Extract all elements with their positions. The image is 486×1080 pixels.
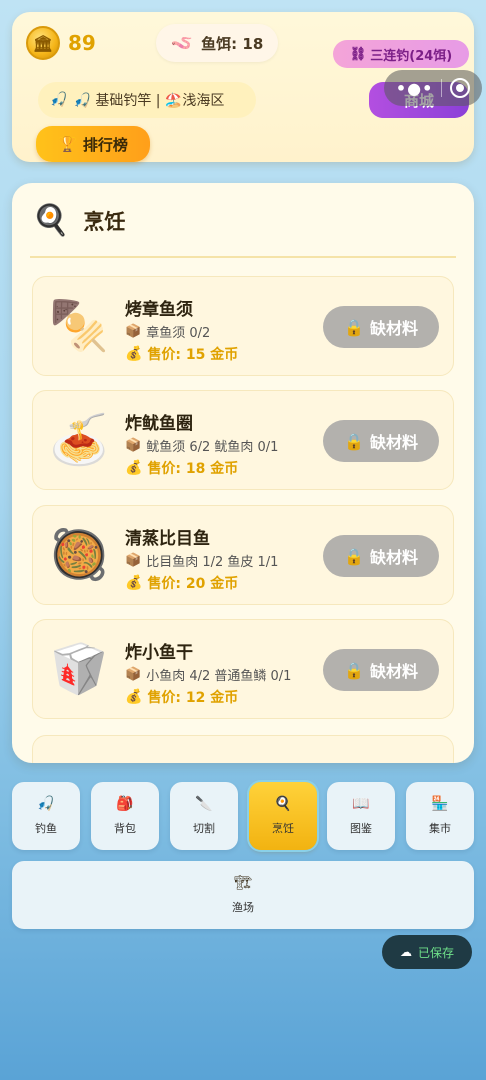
frying-pan-icon: 🍳 — [32, 203, 70, 238]
cooking-title: 烹饪 — [83, 209, 126, 234]
price-text: 售价: 18 金币 — [147, 461, 239, 477]
backpack-icon: 🎒 — [116, 796, 134, 812]
shop-icon: 🏪 — [431, 796, 449, 812]
money-bag-icon: 💰 — [125, 346, 143, 362]
book-icon: 📖 — [352, 796, 370, 812]
save-status-label: 已保存 — [417, 945, 454, 960]
bait-counter: 🪱 鱼饵: 18 — [156, 24, 278, 62]
cook-button[interactable]: 🔒 缺材料 — [323, 306, 439, 348]
recipe-materials: 📦 鱿鱼须 6/2 鱿鱼肉 0/1 — [125, 436, 278, 455]
knife-icon: 🔪 — [195, 796, 213, 812]
paella-pan-icon: 🥘 — [49, 526, 109, 583]
trophy-icon: 🏆 — [58, 135, 77, 153]
materials-text: 鱿鱼须 6/2 鱿鱼肉 0/1 — [146, 440, 279, 455]
tab-label: 图鉴 — [350, 822, 372, 835]
gear-location-label: 🎣 基础钓竿 | 🏖️浅海区 — [73, 93, 225, 109]
tab-label: 渔场 — [232, 901, 254, 914]
tab-label: 钓鱼 — [35, 822, 57, 835]
tab-cutting[interactable]: 🔪 切割 — [170, 782, 238, 850]
recipe-materials: 📦 小鱼肉 4/2 普通鱼鳞 0/1 — [125, 665, 291, 684]
lock-icon: 🔒 — [344, 317, 364, 337]
gear-location-pill: 🎣 🎣 基础钓竿 | 🏖️浅海区 — [38, 82, 256, 118]
takeout-box-icon: 🥡 — [49, 640, 109, 697]
spaghetti-icon: 🍝 — [49, 411, 109, 468]
recipe-materials: 📦 比目鱼肉 1/2 鱼皮 1/1 — [125, 551, 278, 570]
recipe-name: 烤章鱼须 — [125, 300, 193, 320]
chain-icon: ⛓ — [349, 46, 367, 62]
cook-button[interactable]: 🔒 缺材料 — [323, 649, 439, 691]
more-dots-icon[interactable]: •●• — [396, 79, 433, 98]
recipe-card: 🍝 炸鱿鱼圈 📦 鱿鱼须 6/2 鱿鱼肉 0/1 💰 售价: 18 金币 🔒 缺… — [32, 390, 454, 490]
bait-label: 鱼饵: 18 — [201, 34, 264, 53]
tab-encyclopedia[interactable]: 📖 图鉴 — [327, 782, 395, 850]
header-divider — [30, 256, 456, 258]
recipe-materials: 📦 章鱼须 0/2 — [125, 322, 210, 341]
money-bag-icon: 💰 — [125, 460, 143, 476]
construction-icon: 🏗 — [234, 875, 252, 891]
package-icon: 📦 — [125, 324, 142, 339]
tab-market[interactable]: 🏪 集市 — [406, 782, 474, 850]
recipe-card-partial — [32, 735, 454, 763]
tab-label: 背包 — [114, 822, 136, 835]
tab-label: 烹饪 — [272, 822, 294, 835]
cooking-panel: 🍳 烹饪 🍢 烤章鱼须 📦 章鱼须 0/2 💰 售价: 15 金币 🔒 缺材料 … — [12, 183, 474, 763]
coin-count: 89 — [68, 31, 96, 55]
tab-fishery[interactable]: 🏗 渔场 — [12, 861, 474, 929]
recipe-price: 💰 售价: 20 金币 — [125, 573, 238, 593]
close-target-icon[interactable] — [450, 78, 471, 98]
roasted-skewer-icon: 🍢 — [49, 297, 109, 354]
cloud-icon: ☁ — [399, 945, 412, 959]
fishing-rod-icon: 🎣 — [37, 796, 55, 812]
cook-button[interactable]: 🔒 缺材料 — [323, 420, 439, 462]
status-header: 🏛 89 🪱 鱼饵: 18 ⛓ 三连钓(24饵) 商城 •●• 🎣 🎣 基础钓竿… — [12, 12, 482, 162]
fishing-rod-icon: 🎣 — [50, 92, 68, 108]
tab-cooking[interactable]: 🍳 烹饪 — [249, 782, 317, 850]
package-icon: 📦 — [125, 667, 142, 682]
recipe-price: 💰 售价: 12 金币 — [125, 687, 238, 707]
recipe-card: 🥘 清蒸比目鱼 📦 比目鱼肉 1/2 鱼皮 1/1 💰 售价: 20 金币 🔒 … — [32, 505, 454, 605]
package-icon: 📦 — [125, 553, 142, 568]
recipe-name: 炸小鱼干 — [125, 643, 193, 663]
leaderboard-button[interactable]: 🏆 排行榜 — [36, 126, 150, 162]
mini-program-capsule[interactable]: •●• — [384, 70, 482, 106]
tab-backpack[interactable]: 🎒 背包 — [91, 782, 159, 850]
recipe-price: 💰 售价: 15 金币 — [125, 344, 238, 364]
triple-cast-label: 三连钓(24饵) — [370, 48, 453, 64]
save-status-badge: ☁ 已保存 — [382, 935, 472, 969]
tab-label: 切割 — [193, 822, 215, 835]
package-icon: 📦 — [125, 438, 142, 453]
cook-button-label: 缺材料 — [369, 548, 418, 567]
tab-label: 集市 — [429, 822, 451, 835]
money-bag-icon: 💰 — [125, 689, 143, 705]
lock-icon: 🔒 — [344, 660, 364, 680]
price-text: 售价: 15 金币 — [147, 347, 239, 363]
frying-pan-icon: 🍳 — [274, 796, 292, 812]
recipe-name: 炸鱿鱼圈 — [125, 414, 193, 434]
cooking-header: 🍳 烹饪 — [32, 203, 125, 238]
cook-button-label: 缺材料 — [369, 433, 418, 452]
recipe-card: 🍢 烤章鱼须 📦 章鱼须 0/2 💰 售价: 15 金币 🔒 缺材料 — [32, 276, 454, 376]
leaderboard-label: 排行榜 — [82, 135, 128, 154]
tab-fishing[interactable]: 🎣 钓鱼 — [12, 782, 80, 850]
coin-balance: 🏛 89 — [26, 26, 96, 60]
worm-icon: 🪱 — [170, 32, 194, 54]
materials-text: 比目鱼肉 1/2 鱼皮 1/1 — [146, 555, 279, 570]
capsule-divider — [441, 79, 443, 97]
recipe-card: 🥡 炸小鱼干 📦 小鱼肉 4/2 普通鱼鳞 0/1 💰 售价: 12 金币 🔒 … — [32, 619, 454, 719]
materials-text: 章鱼须 0/2 — [146, 326, 211, 341]
cook-button-label: 缺材料 — [369, 662, 418, 681]
coin-icon: 🏛 — [26, 26, 60, 60]
lock-icon: 🔒 — [344, 546, 364, 566]
recipe-price: 💰 售价: 18 金币 — [125, 458, 238, 478]
recipe-name: 清蒸比目鱼 — [125, 529, 210, 549]
triple-cast-button[interactable]: ⛓ 三连钓(24饵) — [333, 40, 469, 68]
cook-button[interactable]: 🔒 缺材料 — [323, 535, 439, 577]
price-text: 售价: 20 金币 — [147, 576, 239, 592]
money-bag-icon: 💰 — [125, 575, 143, 591]
cook-button-label: 缺材料 — [369, 319, 418, 338]
materials-text: 小鱼肉 4/2 普通鱼鳞 0/1 — [146, 669, 292, 684]
price-text: 售价: 12 金币 — [147, 690, 239, 706]
lock-icon: 🔒 — [344, 431, 364, 451]
